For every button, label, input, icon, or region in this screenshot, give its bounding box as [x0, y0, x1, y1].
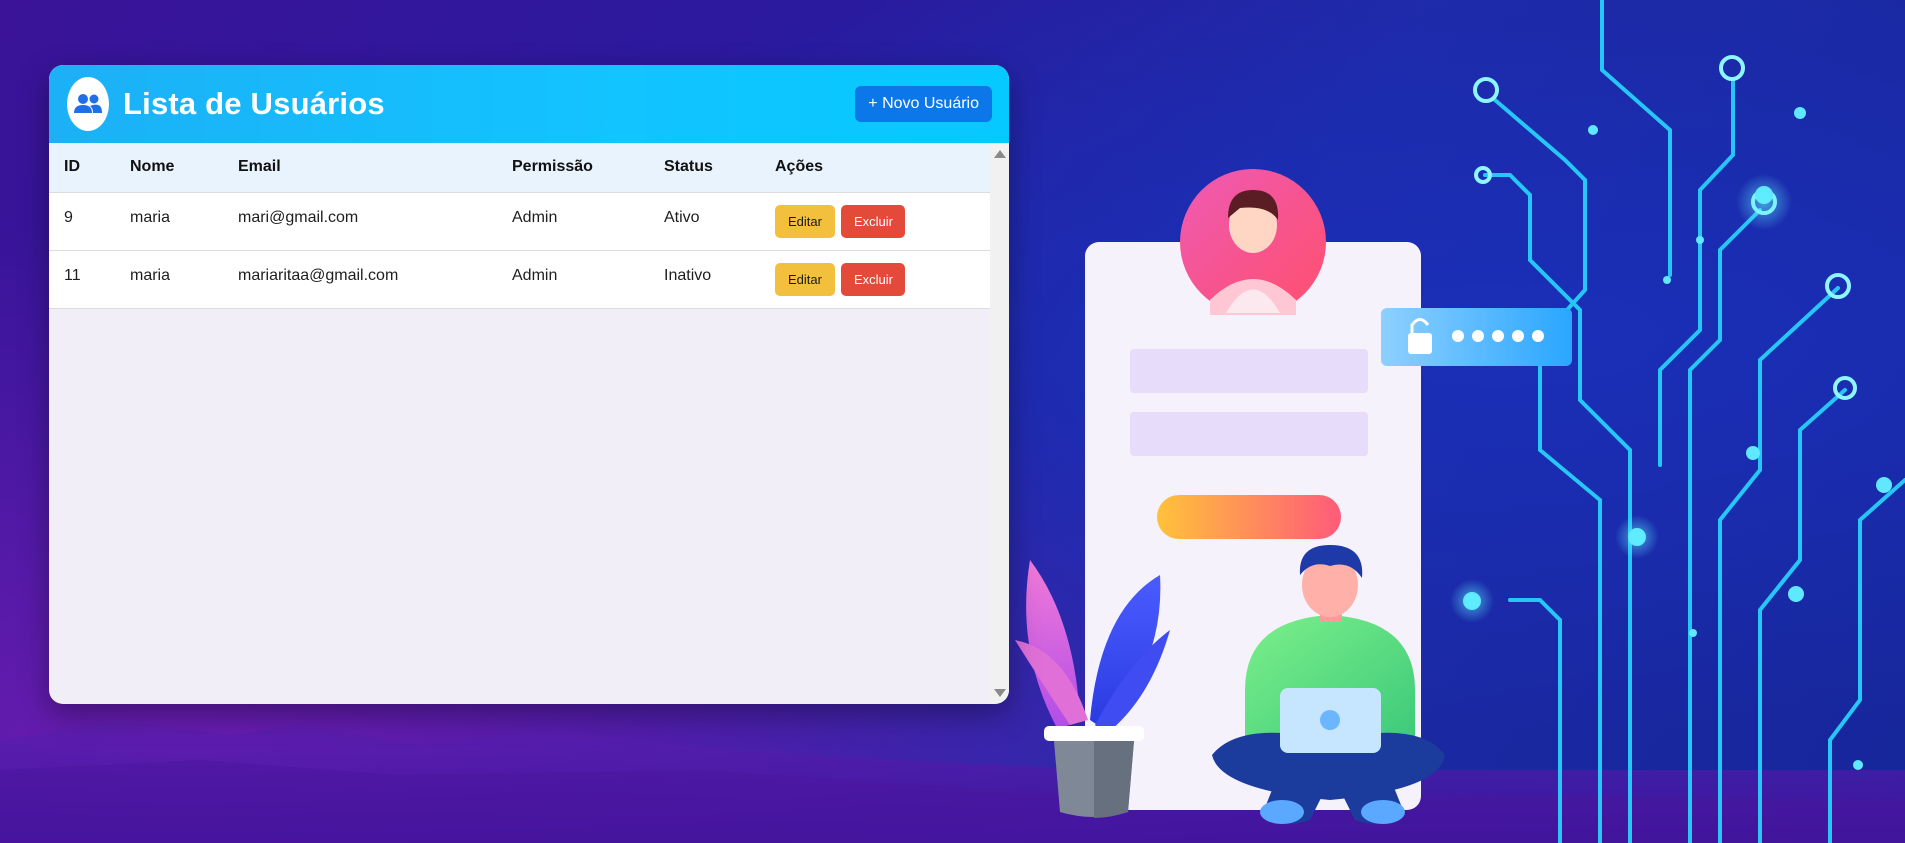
- edit-button[interactable]: Editar: [775, 262, 835, 296]
- scroll-down-arrow-icon[interactable]: [994, 689, 1006, 697]
- cell-id: 9: [64, 208, 73, 226]
- column-header-permission: Permissão: [512, 158, 593, 176]
- table-row: 9 maria mari@gmail.com Admin Ativo Edita…: [49, 192, 990, 250]
- column-header-id: ID: [64, 158, 80, 176]
- cell-actions: Editar Excluir: [760, 250, 990, 308]
- edit-button[interactable]: Editar: [775, 204, 835, 238]
- table-header-row: ID Nome Email Permissão Status Ações: [49, 143, 990, 192]
- column-header-actions: Ações: [775, 158, 824, 176]
- delete-button[interactable]: Excluir: [841, 204, 906, 238]
- page-title: Lista de Usuários: [123, 86, 385, 121]
- delete-button[interactable]: Excluir: [841, 262, 906, 296]
- cell-name: maria: [130, 208, 171, 226]
- column-header-name: Nome: [130, 158, 175, 176]
- card-header: Lista de Usuários + Novo Usuário: [49, 65, 1009, 143]
- users-table-container: ID Nome Email Permissão Status Ações 9 m…: [49, 143, 1009, 704]
- vertical-scrollbar[interactable]: [990, 143, 1009, 704]
- users-icon: [67, 77, 109, 131]
- cell-name: maria: [130, 266, 171, 284]
- table-row: 11 maria mariaritaa@gmail.com Admin Inat…: [49, 250, 990, 308]
- padlock-icon: [1408, 318, 1432, 354]
- cell-status: Ativo: [664, 208, 700, 226]
- cell-permission: Admin: [512, 208, 558, 226]
- cell-actions: Editar Excluir: [760, 192, 990, 250]
- cell-permission: Admin: [512, 266, 558, 284]
- cell-email: mari@gmail.com: [238, 208, 359, 226]
- cell-email: mariaritaa@gmail.com: [238, 266, 399, 284]
- new-user-button[interactable]: + Novo Usuário: [855, 86, 992, 122]
- users-table: ID Nome Email Permissão Status Ações 9 m…: [49, 143, 990, 309]
- cell-status: Inativo: [664, 266, 712, 284]
- column-header-status: Status: [664, 158, 713, 176]
- cell-id: 11: [64, 266, 81, 284]
- scroll-up-arrow-icon[interactable]: [994, 150, 1006, 158]
- users-card: Lista de Usuários + Novo Usuário ID Nome…: [49, 65, 1009, 704]
- column-header-email: Email: [238, 158, 281, 176]
